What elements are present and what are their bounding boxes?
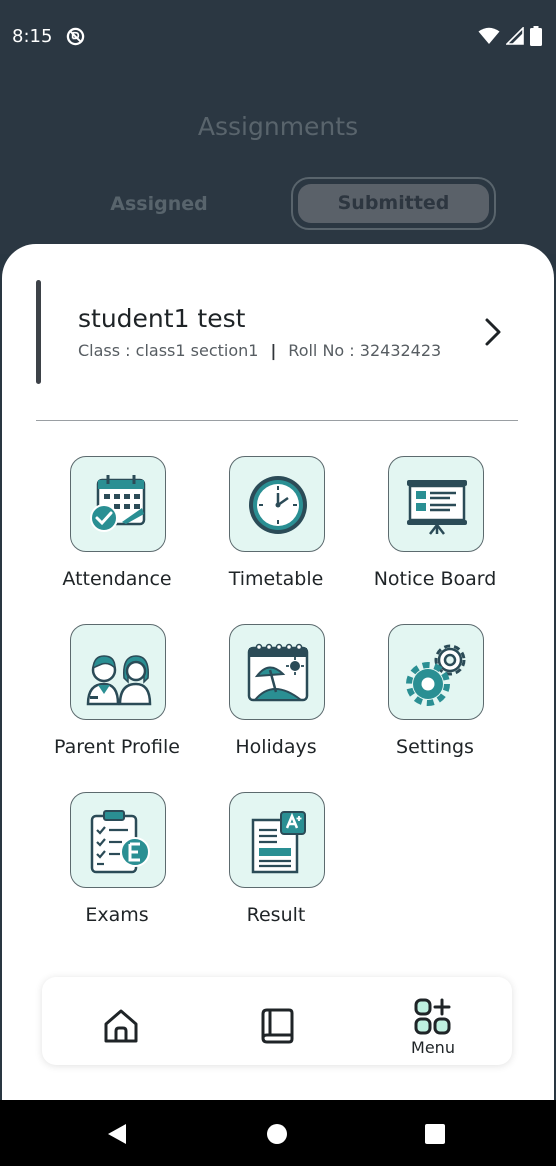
menu-label-holidays: Holidays (235, 736, 317, 758)
menu-label-timetable: Timetable (228, 568, 324, 590)
status-indicators (478, 26, 542, 46)
tab-assigned[interactable]: Assigned (100, 190, 218, 218)
wifi-icon (478, 27, 500, 44)
profile-class: Class : class1 section1 (78, 341, 259, 360)
status-time: 8:15 (12, 26, 53, 47)
parents-icon (86, 655, 152, 706)
home-button-icon[interactable] (267, 1124, 287, 1144)
menu-item-parent-profile[interactable] (70, 624, 166, 720)
gears-icon (406, 644, 466, 706)
attendance-calendar-icon (90, 475, 146, 532)
exam-clipboard-icon (90, 810, 150, 874)
tab-submitted[interactable]: Submitted (298, 184, 489, 223)
home-icon[interactable] (102, 1007, 140, 1045)
result-report-icon (251, 811, 306, 874)
profile-details: Class : class1 section1 | Roll No : 324324… (78, 341, 441, 360)
profile-divider (36, 420, 518, 421)
profile-roll-number: Roll No : 32432423 (288, 341, 442, 360)
nav-menu-label[interactable]: Menu (398, 1038, 468, 1057)
recent-apps-icon[interactable] (425, 1124, 445, 1144)
cellular-signal-icon (506, 27, 524, 45)
menu-label-settings: Settings (396, 736, 474, 758)
menu-label-attendance: Attendance (62, 568, 172, 590)
menu-item-attendance[interactable] (70, 456, 166, 552)
menu-label-result: Result (246, 904, 306, 926)
menu-item-settings[interactable] (388, 624, 484, 720)
menu-label-parent-profile: Parent Profile (54, 736, 180, 758)
menu-item-result[interactable] (229, 792, 325, 888)
menu-item-holidays[interactable] (229, 624, 325, 720)
battery-icon (530, 26, 542, 46)
page-title: Assignments (197, 112, 359, 141)
do-not-disturb-icon (66, 27, 85, 46)
grid-plus-icon[interactable] (413, 998, 453, 1036)
menu-label-exams: Exams (85, 904, 149, 926)
notice-board-icon (407, 480, 467, 535)
back-icon[interactable] (106, 1123, 128, 1145)
menu-item-exams[interactable] (70, 792, 166, 888)
profile-separator: | (270, 341, 277, 360)
menu-item-notice-board[interactable] (388, 456, 484, 552)
beach-calendar-icon (247, 643, 309, 702)
profile-accent-bar (36, 280, 41, 384)
menu-label-notice-board: Notice Board (373, 568, 497, 590)
clock-icon (249, 476, 307, 534)
book-icon[interactable] (259, 1007, 295, 1045)
profile-name: student1 test (78, 304, 246, 333)
menu-item-timetable[interactable] (229, 456, 325, 552)
chevron-right-icon[interactable] (480, 316, 506, 348)
